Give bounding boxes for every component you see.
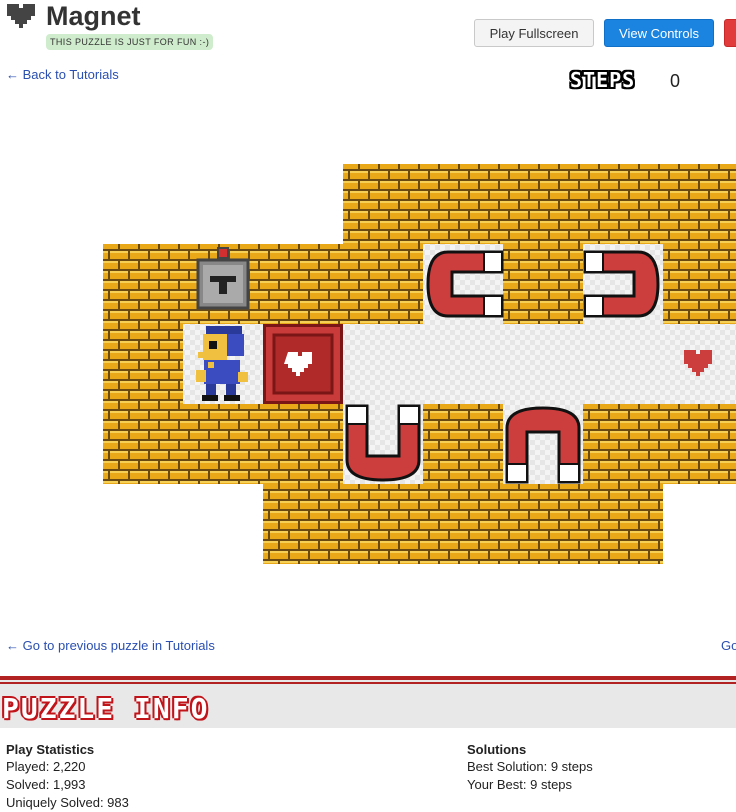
previous-puzzle-link[interactable]: ← Go to previous puzzle in Tutorials <box>6 638 215 653</box>
played-count: Played: 2,220 <box>6 759 86 774</box>
next-puzzle-link[interactable]: Go <box>721 638 736 653</box>
puzzle-info-bar: PUZZLE INFO <box>0 676 736 728</box>
heart-crate <box>263 324 343 404</box>
play-statistics-heading: Play Statistics <box>6 742 95 757</box>
your-best: Your Best: 9 steps <box>467 777 573 792</box>
game-board[interactable] <box>0 0 736 600</box>
solved-count: Solved: 1,993 <box>6 777 86 792</box>
solutions-heading: Solutions <box>467 742 527 757</box>
puzzle-info-title: PUZZLE INFO <box>2 692 210 725</box>
best-solution: Best Solution: 9 steps <box>467 759 593 774</box>
uniquely-solved-count: Uniquely Solved: 983 <box>6 795 129 810</box>
